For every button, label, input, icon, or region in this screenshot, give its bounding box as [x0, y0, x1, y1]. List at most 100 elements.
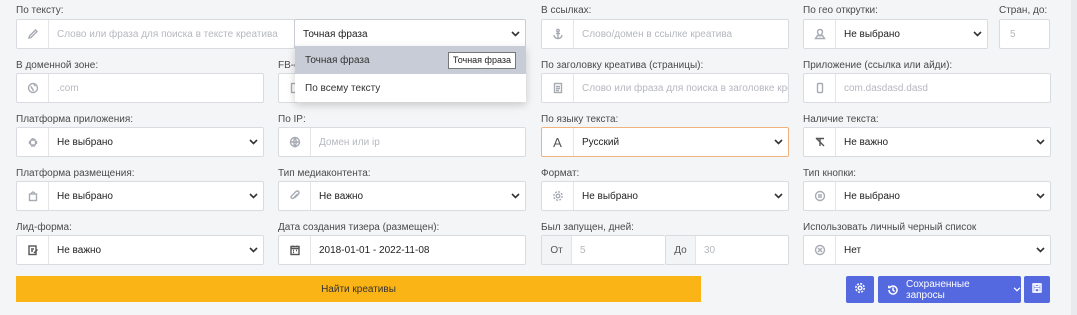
days-from-prefix: От — [542, 236, 572, 264]
geo-value: Не выбрано — [844, 28, 900, 40]
placement-platform-value: Не выбрано — [57, 190, 113, 202]
chevron-down-icon — [967, 31, 987, 37]
pencil-icon — [17, 20, 49, 48]
label-language: По языку текста: — [541, 114, 619, 125]
days-to-prefix: До — [666, 236, 696, 264]
label-ip: По IP: — [278, 114, 306, 125]
ip-input[interactable]: Домен или ip — [311, 137, 525, 148]
app-platform-value: Не выбрано — [57, 136, 113, 148]
bag-icon — [17, 182, 49, 210]
label-app-platform: Платформа приложения: — [16, 114, 134, 125]
media-type-value: Не важно — [319, 190, 364, 202]
app-input[interactable]: com.dasdasd.dasd — [836, 83, 1050, 94]
blacklist-select[interactable]: Нет — [803, 235, 1051, 265]
globe-icon — [279, 128, 311, 156]
phone-icon — [804, 74, 836, 102]
save-button[interactable] — [1024, 276, 1050, 303]
language-select[interactable]: A Русский — [541, 127, 789, 157]
label-format: Формат: — [541, 168, 580, 179]
saved-queries-button[interactable]: Сохраненные запросы — [878, 276, 1021, 303]
format-value: Не выбрано — [582, 190, 638, 202]
created-date-field[interactable]: 2018-01-01 - 2022-11-08 — [278, 235, 526, 265]
format-select[interactable]: Не выбрано — [541, 181, 789, 211]
domain-zone-input[interactable]: .com — [49, 83, 263, 94]
geo-select[interactable]: Не выбрано — [803, 19, 988, 49]
no-text-icon — [804, 128, 836, 156]
text-search-field[interactable]: Слово или фраза для поиска в тексте креа… — [16, 19, 295, 49]
countries-max-field[interactable]: 5 — [999, 19, 1050, 49]
title-search-field[interactable]: Слово или фраза для поиска в заголовке к… — [541, 73, 789, 103]
label-placement-platform: Платформа размещения: — [16, 168, 135, 179]
label-link-search: В ссылках: — [541, 5, 592, 16]
label-has-text: Наличие текста: — [803, 114, 879, 125]
dropdown-option-all-text[interactable]: По всему тексту — [295, 74, 526, 102]
days-from-field[interactable]: От 5 — [541, 235, 665, 265]
chevron-down-icon — [243, 193, 263, 199]
anchor-icon — [542, 20, 574, 48]
lead-form-select[interactable]: Не важно — [16, 235, 264, 265]
label-geo: По гео открутки: — [803, 5, 878, 16]
has-text-value: Не важно — [844, 136, 889, 148]
button-type-value: Не выбрано — [844, 190, 900, 202]
label-text-search: По тексту: — [16, 5, 64, 16]
text-search-input[interactable]: Слово или фраза для поиска в тексте креа… — [49, 29, 294, 40]
chevron-down-icon — [1030, 247, 1050, 253]
language-value: Русский — [582, 136, 620, 148]
days-to-field[interactable]: До 30 — [665, 235, 789, 265]
media-type-select[interactable]: Не важно — [278, 181, 526, 211]
phrase-mode-select[interactable]: Точная фраза — [294, 19, 526, 49]
days-from-input[interactable]: 5 — [572, 245, 665, 256]
find-creatives-button[interactable]: Найти креативы — [16, 276, 701, 302]
list-icon — [804, 182, 836, 210]
floppy-disk-icon — [1031, 282, 1043, 297]
page-scrollbar[interactable] — [1071, 0, 1077, 315]
days-to-input[interactable]: 30 — [696, 245, 788, 256]
has-text-select[interactable]: Не важно — [803, 127, 1051, 157]
chevron-down-icon — [768, 193, 788, 199]
ip-field[interactable]: Домен или ip — [278, 127, 526, 157]
dropdown-option-label: Точная фраза — [305, 54, 370, 66]
app-field[interactable]: com.dasdasd.dasd — [803, 73, 1051, 103]
created-date-input[interactable]: 2018-01-01 - 2022-11-08 — [311, 245, 525, 256]
history-icon — [887, 284, 899, 296]
chevron-down-icon — [768, 139, 788, 145]
chevron-down-icon — [243, 247, 263, 253]
link-search-field[interactable]: Слово/домен в ссылке креатива — [541, 19, 789, 49]
domain-zone-field[interactable]: .com — [16, 73, 264, 103]
saved-queries-label: Сохраненные запросы — [906, 278, 970, 301]
gear-icon — [542, 182, 574, 210]
form-icon — [17, 236, 49, 264]
link-search-input[interactable]: Слово/домен в ссылке креатива — [574, 29, 788, 40]
dropdown-option-label: По всему тексту — [305, 82, 381, 94]
globe-icon — [17, 74, 49, 102]
paperclip-icon — [279, 182, 311, 210]
blacklist-value: Нет — [844, 244, 862, 256]
lead-form-value: Не важно — [57, 244, 102, 256]
button-type-select[interactable]: Не выбрано — [803, 181, 1051, 211]
placement-platform-select[interactable]: Не выбрано — [16, 181, 264, 211]
countries-max-input[interactable]: 5 — [1000, 29, 1049, 40]
tooltip: Точная фраза — [447, 52, 516, 69]
letter-icon: A — [542, 128, 574, 156]
android-icon — [17, 128, 49, 156]
cancel-circle-icon — [804, 236, 836, 264]
chevron-down-icon — [505, 31, 525, 37]
label-countries-max: Стран, до: — [999, 5, 1048, 16]
settings-button[interactable] — [846, 276, 874, 303]
label-title-search: По заголовку креатива (страницы): — [541, 60, 704, 71]
label-button-type: Тип кнопки: — [803, 168, 857, 179]
chevron-down-icon — [243, 139, 263, 145]
label-blacklist: Использовать личный черный список — [803, 222, 977, 233]
map-icon — [804, 20, 836, 48]
label-lead-form: Лид-форма: — [16, 222, 72, 233]
chevron-down-icon — [505, 193, 525, 199]
chevron-down-icon — [1030, 193, 1050, 199]
phrase-mode-dropdown: Точная фраза Точная фраза По всему текст… — [295, 46, 526, 102]
label-domain-zone: В доменной зоне: — [16, 60, 99, 71]
dropdown-option-exact[interactable]: Точная фраза Точная фраза — [295, 46, 526, 74]
app-platform-select[interactable]: Не выбрано — [16, 127, 264, 157]
chevron-down-icon — [1013, 287, 1021, 292]
title-search-input[interactable]: Слово или фраза для поиска в заголовке к… — [574, 83, 788, 94]
label-days-launched: Был запущен, дней: — [541, 222, 634, 233]
phrase-mode-value: Точная фраза — [303, 28, 368, 40]
